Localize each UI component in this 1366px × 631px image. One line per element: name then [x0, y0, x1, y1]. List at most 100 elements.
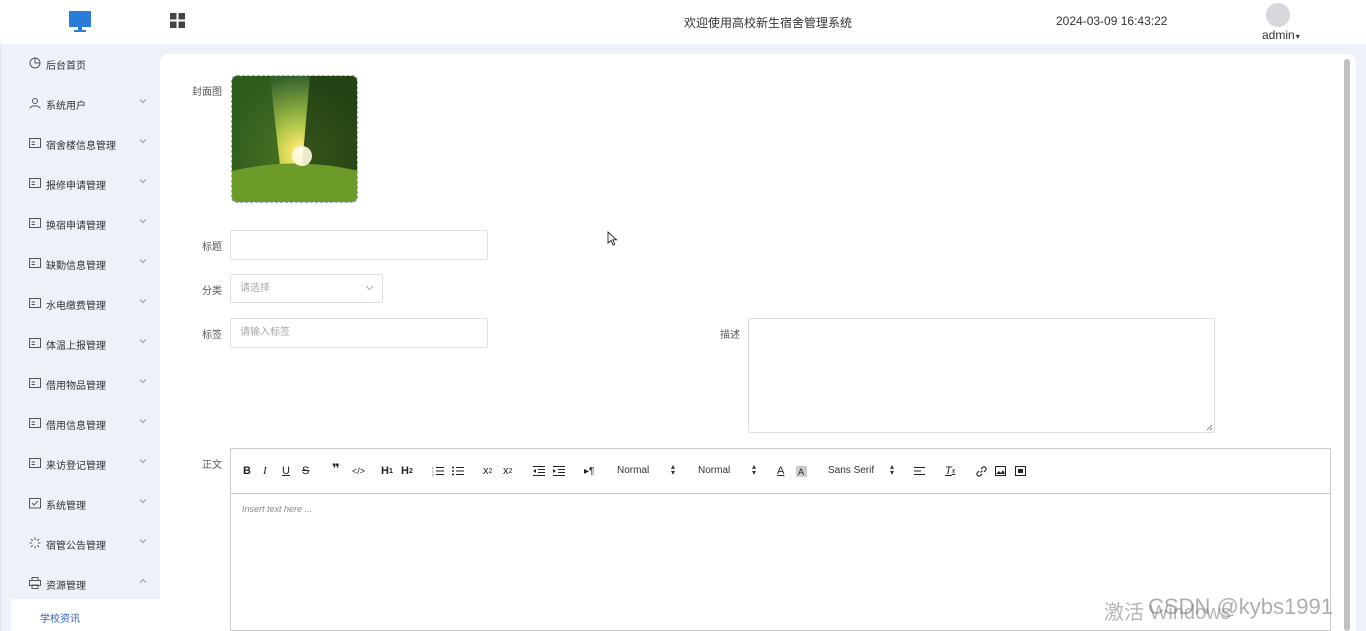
- user-menu[interactable]: admin▾: [1262, 28, 1300, 42]
- card-icon: [29, 418, 41, 428]
- background-color-icon[interactable]: A: [796, 464, 807, 478]
- chevron-down-icon: [139, 259, 147, 264]
- font-select-value: Sans Serif: [828, 465, 875, 476]
- updown-icon: ▴ ▾: [890, 462, 895, 477]
- sidebar-item-temperature[interactable]: 体温上报管理: [1, 324, 161, 364]
- sidebar-subitem-school-news[interactable]: 学校资讯: [11, 599, 161, 631]
- sidebar-item-resources[interactable]: 资源管理: [1, 564, 161, 604]
- card-icon: [29, 378, 41, 388]
- font-select[interactable]: Sans Serif ▴ ▾: [828, 462, 898, 477]
- link-icon[interactable]: [976, 464, 987, 478]
- title-label: 标题: [202, 242, 222, 253]
- sidebar-item-label: 宿舍楼信息管理: [46, 141, 116, 152]
- sidebar-item-absence[interactable]: 缺勤信息管理: [1, 244, 161, 284]
- user-avatar[interactable]: [1266, 3, 1290, 27]
- chevron-down-icon: [139, 539, 147, 544]
- underline-icon[interactable]: U: [282, 464, 290, 478]
- category-select[interactable]: 请选择: [230, 274, 383, 303]
- sidebar-item-users[interactable]: 系统用户: [1, 84, 161, 124]
- printer-icon: [29, 577, 41, 589]
- sidebar-item-label: 后台首页: [46, 61, 86, 72]
- clear-format-icon[interactable]: Tx: [945, 464, 955, 478]
- sidebar-item-borrowed-items[interactable]: 借用物品管理: [1, 364, 161, 404]
- italic-icon[interactable]: I: [263, 464, 267, 478]
- card-icon: [29, 338, 41, 348]
- chevron-down-icon: [139, 219, 147, 224]
- description-textarea[interactable]: [748, 318, 1215, 433]
- sidebar-item-room-change[interactable]: 换宿申请管理: [1, 204, 161, 244]
- sidebar-item-label: 体温上报管理: [46, 341, 106, 352]
- size-select[interactable]: Normal ▴ ▾: [617, 462, 679, 477]
- cover-image-upload[interactable]: [231, 75, 358, 203]
- chevron-down-icon: [139, 139, 147, 144]
- header-select[interactable]: Normal ▴ ▾: [698, 462, 760, 477]
- image-icon[interactable]: [995, 464, 1006, 478]
- top-header: 欢迎使用高校新生宿舍管理系统 2024-03-09 16:43:22 admin…: [0, 0, 1366, 44]
- title-input[interactable]: [230, 230, 488, 260]
- user-name-label: admin: [1262, 28, 1295, 42]
- chevron-down-icon: [139, 459, 147, 464]
- sidebar-item-repair[interactable]: 报修申请管理: [1, 164, 161, 204]
- sidebar-item-label: 系统用户: [46, 101, 86, 112]
- bold-icon[interactable]: B: [243, 464, 251, 478]
- sidebar-item-system-management[interactable]: 系统管理: [1, 484, 161, 524]
- sidebar-item-label: 资源管理: [46, 581, 86, 592]
- header-select-value: Normal: [698, 465, 731, 476]
- sidebar-item-visitor[interactable]: 来访登记管理: [1, 444, 161, 484]
- sidebar-item-borrow-records[interactable]: 借用信息管理: [1, 404, 161, 444]
- sidebar-item-announcements[interactable]: 宿管公告管理: [1, 524, 161, 564]
- computer-logo-icon: [69, 11, 91, 32]
- editor-placeholder: Insert text here ...: [242, 504, 313, 514]
- ordered-list-icon[interactable]: 123: [432, 464, 444, 478]
- sidebar-item-label: 缺勤信息管理: [46, 261, 106, 272]
- size-select-value: Normal: [617, 465, 650, 476]
- sidebar: 后台首页 系统用户 宿舍楼信息管理 报修申请管理 换宿申请管理 缺勤信息管理 水…: [0, 44, 161, 631]
- sidebar-item-dormitory-building[interactable]: 宿舍楼信息管理: [1, 124, 161, 164]
- svg-text:3: 3: [432, 473, 434, 476]
- mouse-cursor-icon: [607, 231, 618, 246]
- menu-grid-icon[interactable]: [170, 13, 185, 28]
- cover-label: 封面图: [192, 87, 222, 98]
- chevron-down-icon: [139, 179, 147, 184]
- system-title: 欢迎使用高校新生宿舍管理系统: [684, 16, 853, 30]
- description-label: 描述: [720, 330, 740, 341]
- superscript-icon[interactable]: x2: [503, 464, 512, 478]
- chevron-down-icon: [139, 99, 147, 104]
- tags-label: 标签: [202, 330, 222, 341]
- user-icon: [29, 98, 41, 109]
- chevron-down-icon: [365, 285, 374, 291]
- resize-handle-icon[interactable]: [1206, 424, 1213, 431]
- blockquote-icon[interactable]: ❞: [332, 461, 340, 476]
- sidebar-item-label: 系统管理: [46, 501, 86, 512]
- tags-input[interactable]: 请输入标签: [230, 318, 488, 348]
- align-icon[interactable]: [914, 464, 925, 478]
- sidebar-item-utility-payment[interactable]: 水电缴费管理: [1, 284, 161, 324]
- card-icon: [29, 258, 41, 268]
- folder-check-icon: [29, 498, 41, 509]
- indent-icon[interactable]: [553, 464, 565, 478]
- sidebar-item-label: 水电缴费管理: [46, 301, 106, 312]
- loading-icon: [29, 537, 41, 549]
- outdent-icon[interactable]: [533, 464, 545, 478]
- card-icon: [29, 298, 41, 308]
- heading-1-icon[interactable]: H1: [381, 464, 393, 478]
- chevron-down-icon: [139, 499, 147, 504]
- updown-icon: ▴ ▾: [671, 462, 676, 477]
- vertical-scrollbar[interactable]: [1344, 59, 1350, 631]
- card-icon: [29, 458, 41, 468]
- video-icon[interactable]: [1015, 464, 1026, 478]
- category-placeholder: 请选择: [240, 283, 270, 294]
- bullet-list-icon[interactable]: [452, 464, 464, 478]
- text-direction-icon[interactable]: ▸¶: [584, 464, 594, 478]
- sidebar-item-label: 借用信息管理: [46, 421, 106, 432]
- strikethrough-icon[interactable]: S: [302, 464, 309, 478]
- csdn-watermark: CSDN @kybs1991: [1148, 594, 1333, 619]
- text-color-icon[interactable]: A: [777, 464, 784, 478]
- sidebar-item-dashboard[interactable]: 后台首页: [1, 44, 161, 84]
- heading-2-icon[interactable]: H2: [401, 464, 413, 478]
- code-block-icon[interactable]: </>: [352, 464, 365, 478]
- chevron-down-icon: [139, 419, 147, 424]
- updown-icon: ▴ ▾: [752, 462, 757, 477]
- sidebar-item-label: 宿管公告管理: [46, 541, 106, 552]
- subscript-icon[interactable]: x2: [483, 464, 492, 478]
